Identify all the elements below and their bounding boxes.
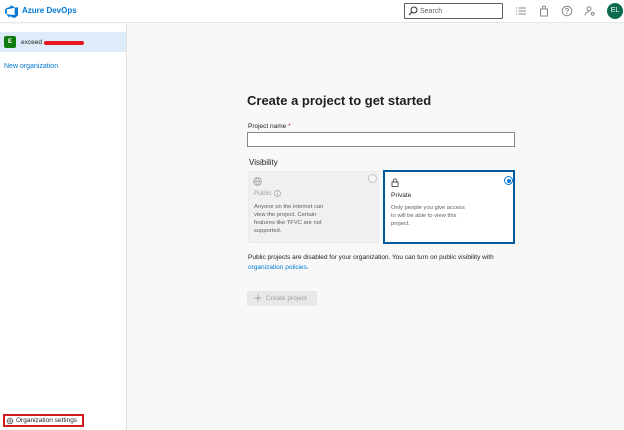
lock-icon	[391, 178, 399, 187]
organization-policies-link[interactable]: organization policies	[248, 264, 307, 271]
visibility-notice-text: Public projects are disabled for your or…	[248, 254, 494, 261]
project-name-label-text: Project name	[248, 123, 287, 130]
sidebar: E exceed New organization Organization s…	[0, 24, 127, 430]
notice-period: .	[306, 264, 309, 271]
user-settings-icon[interactable]	[584, 5, 596, 17]
public-radio[interactable]	[368, 174, 377, 183]
visibility-option-private[interactable]: Private Only people you give access to w…	[383, 170, 515, 244]
organization-settings-button[interactable]: Organization settings	[3, 414, 84, 427]
project-name-input[interactable]	[247, 132, 515, 147]
public-option-name: Public	[254, 190, 272, 197]
page-title: Create a project to get started	[247, 93, 432, 108]
private-option-description: Only people you give access to will be a…	[391, 205, 465, 227]
user-avatar[interactable]: EL	[607, 3, 623, 19]
shopping-bag-icon[interactable]	[538, 5, 550, 17]
visibility-label: Visibility	[249, 158, 278, 167]
plus-icon	[254, 294, 262, 302]
create-project-button[interactable]: Create project	[247, 291, 317, 306]
info-icon[interactable]	[274, 190, 281, 197]
gear-icon	[6, 417, 14, 425]
list-icon[interactable]	[515, 5, 527, 17]
create-project-label: Create project	[266, 295, 307, 302]
new-organization-link[interactable]: New organization	[4, 62, 58, 72]
visibility-option-public[interactable]: Public Anyone on the internet can view t…	[248, 171, 379, 243]
project-name-label: Project name *	[248, 122, 291, 131]
private-radio[interactable]	[504, 176, 513, 185]
azure-devops-logo-icon[interactable]	[5, 5, 19, 18]
brand-title[interactable]: Azure DevOps	[22, 5, 77, 17]
public-option-description: Anyone on the internet can view the proj…	[254, 204, 324, 234]
visibility-notice: Public projects are disabled for your or…	[248, 253, 518, 273]
org-name: exceed	[21, 39, 42, 46]
organization-settings-label: Organization settings	[16, 417, 78, 424]
top-bar: Azure DevOps Search EL	[0, 0, 624, 23]
search-box[interactable]: Search	[404, 3, 503, 19]
required-marker: *	[288, 123, 291, 130]
org-badge: E	[4, 36, 16, 48]
globe-icon	[253, 177, 262, 186]
help-icon[interactable]	[561, 5, 573, 17]
sidebar-item-organization[interactable]: E exceed	[0, 32, 126, 52]
search-icon	[408, 6, 418, 16]
redaction-mark	[44, 41, 84, 45]
search-placeholder[interactable]: Search	[420, 7, 442, 16]
private-option-name: Private	[391, 192, 412, 199]
